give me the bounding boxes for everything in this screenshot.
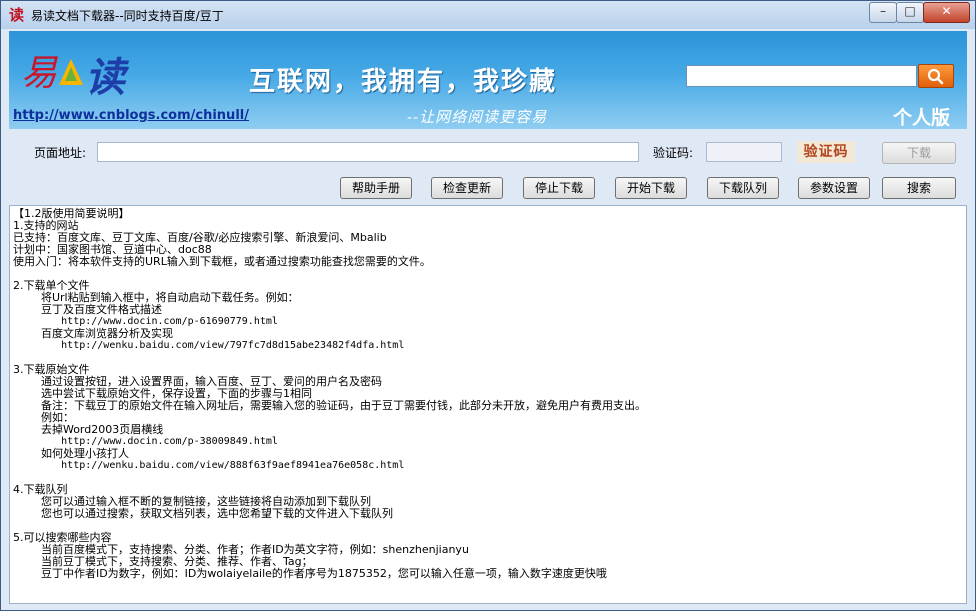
url-input[interactable] [97,142,639,162]
instruction-line: 备注：下载豆丁的原始文件在输入网址后，需要输入您的验证码，由于豆丁需要付钱，此部… [13,399,646,412]
banner-search-input[interactable] [686,65,917,87]
download-button[interactable]: 下载 [882,142,956,164]
captcha-label: 验证码: [653,146,694,160]
instruction-line: 豆丁及百度文件格式描述 [13,303,162,316]
maximize-button[interactable]: □ [896,2,924,23]
logo-char-yi: 易 [21,53,58,94]
close-button[interactable]: ✕ [923,2,970,23]
search-button[interactable]: 搜索 [882,177,956,199]
instruction-line: 您也可以通过搜索，获取文档列表，选中您希望下载的文件进入下载队列 [13,507,393,520]
header-banner: 易 读 互联网，我拥有，我珍藏 --让网络阅读更容易 http://www.cn… [9,31,967,129]
start-download-button[interactable]: 开始下载 [615,177,687,199]
main-window: 读 易读文档下载器--同时支持百度/豆丁 – □ ✕ 易 读 互联网，我拥有，我… [0,0,976,611]
instruction-line: 如何处理小孩打人 [13,447,129,460]
instructions-text-area[interactable]: 【1.2版使用简要说明】 1.支持的网站 已支持：百度文库、豆丁文库、百度/谷歌/必… [9,205,967,604]
app-logo: 易 读 [21,53,130,101]
help-manual-button[interactable]: 帮助手册 [340,177,412,199]
logo-char-du: 读 [85,54,130,101]
edition-label: 个人版 [893,107,951,129]
instruction-line: 百度文库浏览器分析及实现 [13,327,173,340]
app-icon: 读 [9,6,25,24]
homepage-link[interactable]: http://www.cnblogs.com/chinull/ [13,108,249,123]
download-queue-button[interactable]: 下载队列 [707,177,779,199]
instruction-line: 去掉Word2003页眉横线 [13,423,164,436]
instruction-line: 豆丁中作者ID为数字，例如：ID为wolaiyelaile的作者序号为18753… [13,567,607,580]
settings-button[interactable]: 参数设置 [798,177,870,199]
captcha-image[interactable]: 验证码 [797,141,855,163]
window-title: 易读文档下载器--同时支持百度/豆丁 [31,9,224,23]
banner-subslogan: --让网络阅读更容易 [407,108,548,126]
url-label: 页面地址: [34,146,87,160]
banner-slogan: 互联网，我拥有，我珍藏 [249,67,558,97]
minimize-button[interactable]: – [869,2,897,23]
stop-download-button[interactable]: 停止下载 [523,177,595,199]
title-bar[interactable]: 读 易读文档下载器--同时支持百度/豆丁 – □ ✕ [1,1,975,29]
instruction-line: http://wenku.baidu.com/view/797fc7d8d15a… [13,340,405,351]
instruction-line: 使用入门：将本软件支持的URL输入到下载框，或者通过搜索功能查找您需要的文件。 [13,255,431,268]
search-icon [927,68,944,85]
check-update-button[interactable]: 检查更新 [431,177,503,199]
captcha-input[interactable] [706,142,782,162]
banner-search-button[interactable] [918,64,954,88]
instruction-line: http://wenku.baidu.com/view/888f63f9aef8… [13,460,405,471]
